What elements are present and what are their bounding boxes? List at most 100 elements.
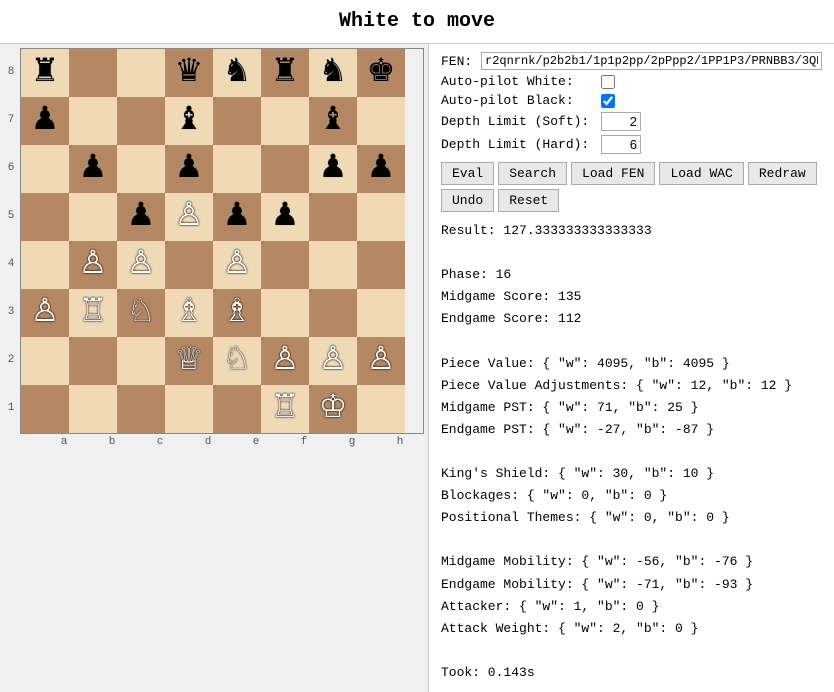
square-d7[interactable]: ♝ — [165, 97, 213, 145]
square-c1[interactable] — [117, 385, 165, 433]
piece-g2: ♙ — [319, 345, 348, 377]
square-g5[interactable] — [309, 193, 357, 241]
square-f2[interactable]: ♙ — [261, 337, 309, 385]
piece-d3: ♗ — [175, 297, 204, 329]
undo-button[interactable]: Undo — [441, 189, 494, 212]
square-e6[interactable] — [213, 145, 261, 193]
square-d1[interactable] — [165, 385, 213, 433]
piece-e5: ♟ — [223, 201, 252, 233]
square-b5[interactable] — [69, 193, 117, 241]
square-b4[interactable]: ♙ — [69, 241, 117, 289]
square-h2[interactable]: ♙ — [357, 337, 405, 385]
page-title: White to move — [0, 0, 834, 44]
square-b2[interactable] — [69, 337, 117, 385]
piece-e8: ♞ — [223, 57, 252, 89]
square-a5[interactable] — [21, 193, 69, 241]
autopilot-white-checkbox[interactable] — [601, 75, 615, 89]
load-fen-button[interactable]: Load FEN — [571, 162, 655, 185]
square-b1[interactable] — [69, 385, 117, 433]
square-c2[interactable] — [117, 337, 165, 385]
square-d6[interactable]: ♟ — [165, 145, 213, 193]
square-d2[interactable]: ♕ — [165, 337, 213, 385]
piece-d7: ♝ — [175, 105, 204, 137]
square-a1[interactable] — [21, 385, 69, 433]
piece-d6: ♟ — [175, 153, 204, 185]
square-c5[interactable]: ♟ — [117, 193, 165, 241]
square-a4[interactable] — [21, 241, 69, 289]
square-e1[interactable] — [213, 385, 261, 433]
square-e5[interactable]: ♟ — [213, 193, 261, 241]
square-g8[interactable]: ♞ — [309, 49, 357, 97]
square-f1[interactable]: ♖ — [261, 385, 309, 433]
square-h8[interactable]: ♚ — [357, 49, 405, 97]
square-c4[interactable]: ♙ — [117, 241, 165, 289]
piece-d8: ♛ — [175, 57, 204, 89]
reset-button[interactable]: Reset — [498, 189, 559, 212]
depth-hard-input[interactable] — [601, 135, 641, 154]
load-wac-button[interactable]: Load WAC — [659, 162, 743, 185]
search-button[interactable]: Search — [498, 162, 567, 185]
square-g1[interactable]: ♔ — [309, 385, 357, 433]
square-d3[interactable]: ♗ — [165, 289, 213, 337]
square-h5[interactable] — [357, 193, 405, 241]
square-f8[interactable]: ♜ — [261, 49, 309, 97]
square-a3[interactable]: ♙ — [21, 289, 69, 337]
square-c7[interactable] — [117, 97, 165, 145]
square-g7[interactable]: ♝ — [309, 97, 357, 145]
square-g3[interactable] — [309, 289, 357, 337]
square-e2[interactable]: ♘ — [213, 337, 261, 385]
square-a2[interactable] — [21, 337, 69, 385]
square-d8[interactable]: ♛ — [165, 49, 213, 97]
chess-board[interactable]: ♜♛♞♜♞♚♟♝♝♟♟♟♟♟♙♟♟♙♙♙♙♖♘♗♗♕♘♙♙♙♖♔ — [20, 48, 424, 434]
square-c6[interactable] — [117, 145, 165, 193]
square-e8[interactable]: ♞ — [213, 49, 261, 97]
piece-g1: ♔ — [319, 393, 348, 425]
square-g2[interactable]: ♙ — [309, 337, 357, 385]
square-f3[interactable] — [261, 289, 309, 337]
square-h3[interactable] — [357, 289, 405, 337]
square-f4[interactable] — [261, 241, 309, 289]
fen-input[interactable] — [481, 52, 822, 70]
toolbar: EvalSearchLoad FENLoad WACRedraw UndoRese… — [441, 162, 822, 212]
autopilot-black-checkbox[interactable] — [601, 94, 615, 108]
square-a6[interactable] — [21, 145, 69, 193]
square-g4[interactable] — [309, 241, 357, 289]
piece-e2: ♘ — [223, 345, 252, 377]
piece-f5: ♟ — [271, 201, 300, 233]
depth-hard-label: Depth Limit (Hard): — [441, 137, 601, 152]
redraw-button[interactable]: Redraw — [748, 162, 817, 185]
square-f7[interactable] — [261, 97, 309, 145]
square-h7[interactable] — [357, 97, 405, 145]
square-c8[interactable] — [117, 49, 165, 97]
square-b6[interactable]: ♟ — [69, 145, 117, 193]
square-a7[interactable]: ♟ — [21, 97, 69, 145]
square-e7[interactable] — [213, 97, 261, 145]
square-d4[interactable] — [165, 241, 213, 289]
square-h4[interactable] — [357, 241, 405, 289]
square-e4[interactable]: ♙ — [213, 241, 261, 289]
piece-g8: ♞ — [319, 57, 348, 89]
square-c3[interactable]: ♘ — [117, 289, 165, 337]
square-a8[interactable]: ♜ — [21, 49, 69, 97]
eval-button[interactable]: Eval — [441, 162, 494, 185]
square-b3[interactable]: ♖ — [69, 289, 117, 337]
file-label-f: f — [280, 436, 328, 448]
piece-g7: ♝ — [319, 105, 348, 137]
square-f5[interactable]: ♟ — [261, 193, 309, 241]
piece-a3: ♙ — [31, 297, 60, 329]
square-g6[interactable]: ♟ — [309, 145, 357, 193]
piece-c4: ♙ — [127, 249, 156, 281]
board-container: 87654321 ♜♛♞♜♞♚♟♝♝♟♟♟♟♟♙♟♟♙♙♙♙♖♘♗♗♕♘♙♙♙♖… — [0, 44, 428, 692]
piece-h8: ♚ — [367, 57, 396, 89]
square-d5[interactable]: ♙ — [165, 193, 213, 241]
square-h1[interactable] — [357, 385, 405, 433]
square-f6[interactable] — [261, 145, 309, 193]
file-label-e: e — [232, 436, 280, 448]
rank-label-7: 7 — [4, 96, 18, 144]
square-h6[interactable]: ♟ — [357, 145, 405, 193]
square-b8[interactable] — [69, 49, 117, 97]
square-b7[interactable] — [69, 97, 117, 145]
square-e3[interactable]: ♗ — [213, 289, 261, 337]
depth-soft-input[interactable] — [601, 112, 641, 131]
piece-d5: ♙ — [175, 201, 204, 233]
